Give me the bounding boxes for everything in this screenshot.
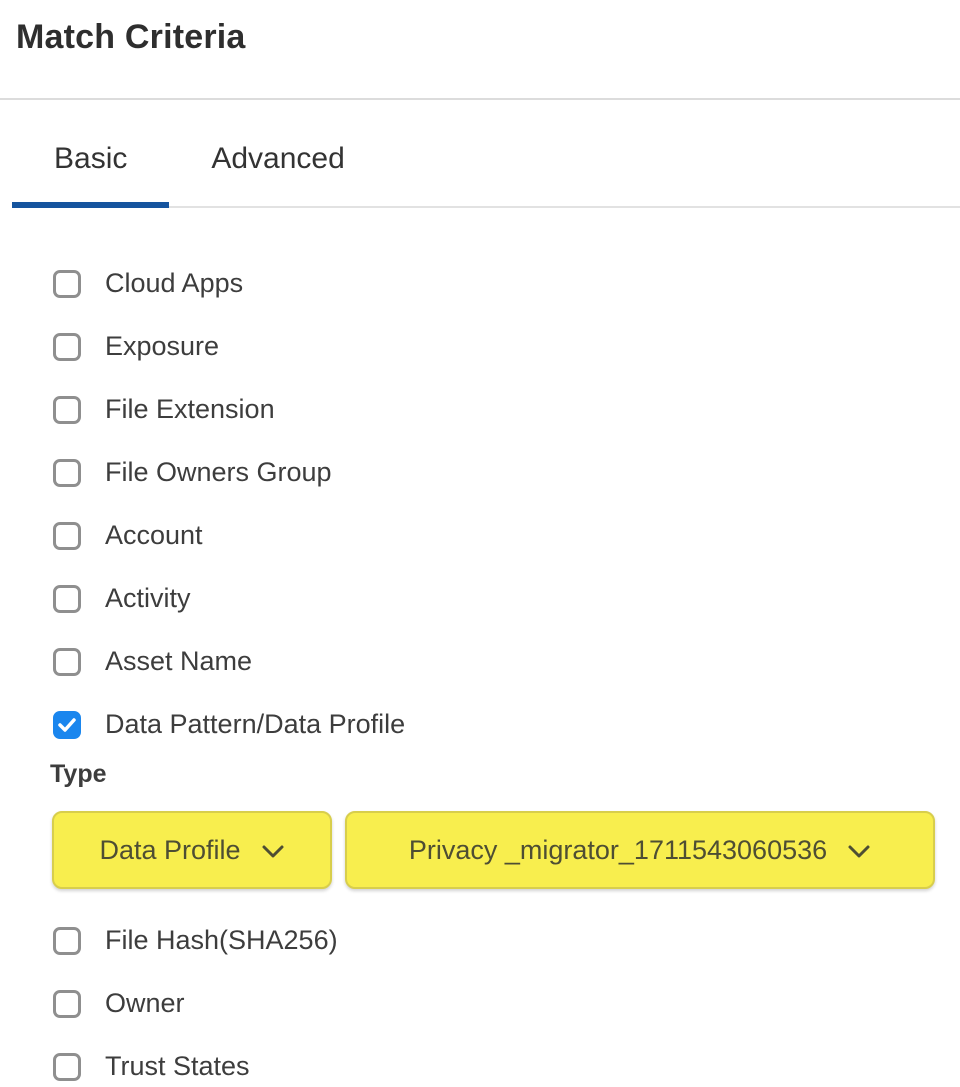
criteria-label: Owner — [105, 988, 185, 1019]
criteria-label: Trust States — [105, 1051, 250, 1082]
type-label: Type — [50, 760, 960, 789]
match-criteria-panel: Match Criteria Basic Advanced Cloud Apps… — [0, 0, 960, 1087]
dropdown-row: Data Profile Privacy _migrator_171154306… — [52, 811, 960, 889]
tab-advanced[interactable]: Advanced — [169, 142, 386, 206]
criteria-label: File Extension — [105, 394, 275, 425]
checkbox[interactable] — [53, 1053, 81, 1081]
criteria-label: Data Pattern/Data Profile — [105, 709, 405, 740]
checkbox[interactable] — [53, 333, 81, 361]
criteria-list: Cloud Apps Exposure File Extension File … — [0, 268, 960, 1082]
criteria-row-file-extension[interactable]: File Extension — [53, 394, 960, 425]
criteria-label: Asset Name — [105, 646, 252, 677]
data-profile-dropdown[interactable]: Privacy _migrator_1711543060536 — [345, 811, 935, 889]
header-divider — [0, 98, 960, 100]
criteria-row-data-pattern[interactable]: Data Pattern/Data Profile — [53, 709, 960, 740]
checkbox[interactable] — [53, 522, 81, 550]
tab-basic[interactable]: Basic — [12, 142, 169, 206]
tab-bar: Basic Advanced — [12, 142, 960, 208]
checkbox[interactable] — [53, 270, 81, 298]
type-section: Type Data Profile Privacy _migrator_1711… — [0, 760, 960, 889]
page-title: Match Criteria — [0, 0, 960, 58]
chevron-down-icon — [847, 844, 871, 859]
criteria-row-activity[interactable]: Activity — [53, 583, 960, 614]
criteria-label: Account — [105, 520, 203, 551]
criteria-row-exposure[interactable]: Exposure — [53, 331, 960, 362]
criteria-label: Exposure — [105, 331, 219, 362]
criteria-row-cloud-apps[interactable]: Cloud Apps — [53, 268, 960, 299]
dropdown-value: Privacy _migrator_1711543060536 — [409, 835, 827, 866]
dropdown-value: Data Profile — [99, 835, 240, 866]
criteria-label: File Hash(SHA256) — [105, 925, 338, 956]
check-icon — [58, 718, 76, 732]
checkbox[interactable] — [53, 927, 81, 955]
data-type-dropdown[interactable]: Data Profile — [52, 811, 332, 889]
criteria-row-account[interactable]: Account — [53, 520, 960, 551]
criteria-label: Activity — [105, 583, 191, 614]
checkbox[interactable] — [53, 711, 81, 739]
criteria-row-asset-name[interactable]: Asset Name — [53, 646, 960, 677]
checkbox[interactable] — [53, 459, 81, 487]
checkbox[interactable] — [53, 648, 81, 676]
chevron-down-icon — [261, 844, 285, 859]
criteria-label: File Owners Group — [105, 457, 332, 488]
criteria-label: Cloud Apps — [105, 268, 243, 299]
criteria-row-file-owners-group[interactable]: File Owners Group — [53, 457, 960, 488]
criteria-row-trust-states[interactable]: Trust States — [53, 1051, 960, 1082]
checkbox[interactable] — [53, 990, 81, 1018]
checkbox[interactable] — [53, 585, 81, 613]
criteria-row-file-hash[interactable]: File Hash(SHA256) — [53, 925, 960, 956]
checkbox[interactable] — [53, 396, 81, 424]
criteria-row-owner[interactable]: Owner — [53, 988, 960, 1019]
